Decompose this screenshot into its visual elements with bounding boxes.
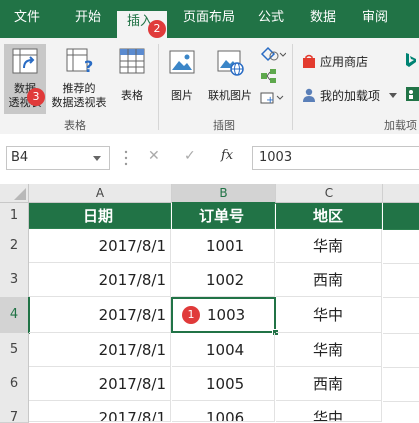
column-header-a[interactable]: A <box>29 184 172 203</box>
bing-maps-button[interactable] <box>402 50 419 70</box>
step-badge-2: 2 <box>148 20 166 38</box>
header-cell-region[interactable]: 地区 <box>276 203 382 229</box>
corner-triangle-icon <box>14 188 26 200</box>
my-addins-button[interactable]: 我的加载项 <box>298 86 388 106</box>
row-header-3[interactable]: 3 <box>0 263 29 298</box>
recommended-pivot-icon: ? <box>66 48 93 74</box>
shapes-icon <box>260 46 286 62</box>
tab-home[interactable]: 开始 <box>63 0 113 38</box>
cell-region[interactable]: 华中 <box>276 297 382 333</box>
column-header-c[interactable]: C <box>276 184 383 203</box>
cell-d[interactable] <box>383 367 419 402</box>
group-separator <box>292 44 293 130</box>
svg-text:+: + <box>266 95 274 105</box>
cell-date[interactable]: 2017/8/1 <box>29 229 171 263</box>
recommended-pivot-label-1: 推荐的 <box>62 82 96 95</box>
cell-date[interactable]: 2017/8/1 <box>29 333 171 367</box>
tab-page-layout[interactable]: 页面布局 <box>176 0 242 38</box>
cell-order[interactable]: 1005 <box>172 367 275 401</box>
my-addins-dropdown[interactable] <box>388 90 398 102</box>
header-cell-date[interactable]: 日期 <box>29 203 171 229</box>
group-label-illustrations: 插图 <box>213 119 235 132</box>
pictures-button[interactable]: 图片 <box>164 44 200 114</box>
recommended-pivot-label-2: 数据透视表 <box>51 96 107 109</box>
tab-data[interactable]: 数据 <box>303 0 343 38</box>
screenshot-button[interactable]: + <box>258 88 288 108</box>
pictures-label: 图片 <box>171 89 193 102</box>
store-bag-icon <box>303 54 315 68</box>
row-header-6[interactable]: 6 <box>0 367 29 402</box>
cell-d[interactable] <box>383 263 419 298</box>
chevron-down-icon <box>93 156 101 161</box>
cell-order[interactable]: 1006 <box>172 401 275 422</box>
tab-formulas[interactable]: 公式 <box>251 0 291 38</box>
column-header-d[interactable] <box>383 184 419 203</box>
cell-date[interactable]: 2017/8/1 <box>29 297 171 333</box>
cell-order[interactable]: 1004 <box>172 333 275 367</box>
screenshot-icon: + <box>260 92 284 105</box>
cell-region[interactable]: 西南 <box>276 367 382 401</box>
cancel-entry-button[interactable]: ✕ <box>148 148 160 164</box>
svg-text:?: ? <box>84 57 93 74</box>
row-header-2[interactable]: 2 <box>0 229 29 264</box>
step-badge-3: 3 <box>27 88 45 106</box>
column-header-b[interactable]: B <box>172 184 276 204</box>
ribbon-insert: 数据 透视表 ? 推荐的 数据透视表 表格 表格 图片 联机图片 + 插图 应用… <box>0 38 419 135</box>
cell-order[interactable]: 1002 <box>172 263 275 297</box>
people-graph-button[interactable] <box>402 84 419 104</box>
formula-input[interactable]: 1003 <box>252 146 419 170</box>
name-box-value: B4 <box>11 150 29 165</box>
enter-entry-button[interactable]: ✓ <box>184 148 196 164</box>
app-store-button[interactable]: 应用商店 <box>298 52 380 72</box>
cell-region[interactable]: 西南 <box>276 263 382 297</box>
cell-date[interactable]: 2017/8/1 <box>29 367 171 401</box>
ribbon-tab-bar: 文件 开始 插入 页面布局 公式 数据 审阅 <box>0 0 419 38</box>
smartart-icon <box>261 69 276 83</box>
tab-review[interactable]: 审阅 <box>355 0 395 38</box>
group-separator <box>158 44 159 130</box>
app-store-label: 应用商店 <box>320 55 369 69</box>
table-label: 表格 <box>121 89 143 102</box>
smartart-button[interactable] <box>258 66 288 86</box>
vertical-dots-icon <box>124 150 128 166</box>
cell-region[interactable]: 华南 <box>276 229 382 263</box>
insert-function-button[interactable]: fx <box>221 148 233 163</box>
table-icon <box>119 48 145 74</box>
cell-order[interactable]: 1001 <box>172 229 275 263</box>
shapes-button[interactable] <box>258 44 288 64</box>
chevron-down-icon <box>389 93 397 98</box>
cell-d[interactable] <box>383 297 419 334</box>
cell-d[interactable] <box>383 333 419 368</box>
group-label-addins: 加载项 <box>384 119 417 132</box>
cell-d[interactable] <box>383 229 419 264</box>
cell-date[interactable]: 2017/8/1 <box>29 401 171 422</box>
cell-date[interactable]: 2017/8/1 <box>29 263 171 297</box>
online-pictures-button[interactable]: 联机图片 <box>204 44 256 114</box>
name-box[interactable]: B4 <box>6 146 110 170</box>
online-pictures-label: 联机图片 <box>208 89 252 102</box>
recommended-pivot-button[interactable]: ? 推荐的 数据透视表 <box>48 44 110 114</box>
cell-region[interactable]: 华南 <box>276 333 382 367</box>
cell-region[interactable]: 华中 <box>276 401 382 422</box>
online-picture-icon <box>217 50 244 76</box>
row-header-7[interactable]: 7 <box>0 401 29 423</box>
people-graph-icon <box>406 87 419 101</box>
select-all-corner[interactable] <box>0 184 29 203</box>
row-header-1[interactable]: 1 <box>0 203 29 230</box>
header-cell-d[interactable] <box>383 203 419 230</box>
my-addins-label: 我的加载项 <box>320 89 381 103</box>
pivot-table-icon <box>12 48 38 74</box>
row-header-4[interactable]: 4 <box>0 297 30 334</box>
tab-file[interactable]: 文件 <box>4 0 50 38</box>
step-badge-1: 1 <box>182 306 200 324</box>
header-cell-order[interactable]: 订单号 <box>172 203 275 229</box>
picture-icon <box>169 50 195 74</box>
formula-value: 1003 <box>259 150 293 165</box>
person-icon <box>303 88 315 102</box>
table-button[interactable]: 表格 <box>112 44 152 114</box>
bing-icon <box>406 53 416 67</box>
group-label-tables: 表格 <box>64 119 86 132</box>
row-header-5[interactable]: 5 <box>0 333 29 368</box>
